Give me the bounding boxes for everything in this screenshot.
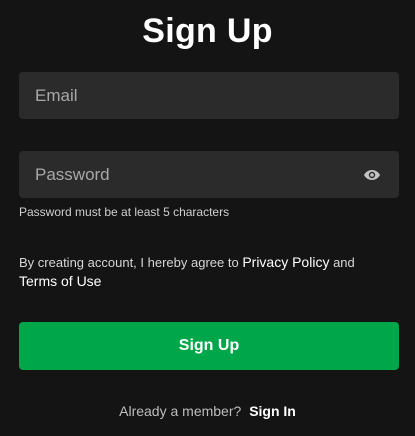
agreement-prefix: By creating account, I hereby agree to [19,255,243,270]
eye-icon[interactable] [363,167,381,183]
terms-of-use-link[interactable]: Terms of Use [19,273,101,289]
sign-up-button[interactable]: Sign Up [19,322,399,370]
sign-in-link[interactable]: Sign In [249,403,296,419]
password-hint: Password must be at least 5 characters [19,205,230,219]
signin-prompt-text: Already a member? [119,403,242,419]
password-field[interactable] [19,151,399,198]
page-title: Sign Up [142,12,273,50]
signin-prompt: Already a member? Sign In [0,403,415,419]
privacy-policy-link[interactable]: Privacy Policy [242,254,329,270]
agreement-text: By creating account, I hereby agree to P… [19,253,399,291]
agreement-conjunction: and [329,255,355,270]
email-field[interactable] [19,72,399,119]
password-field-container [19,151,399,198]
email-field-container [19,72,399,119]
